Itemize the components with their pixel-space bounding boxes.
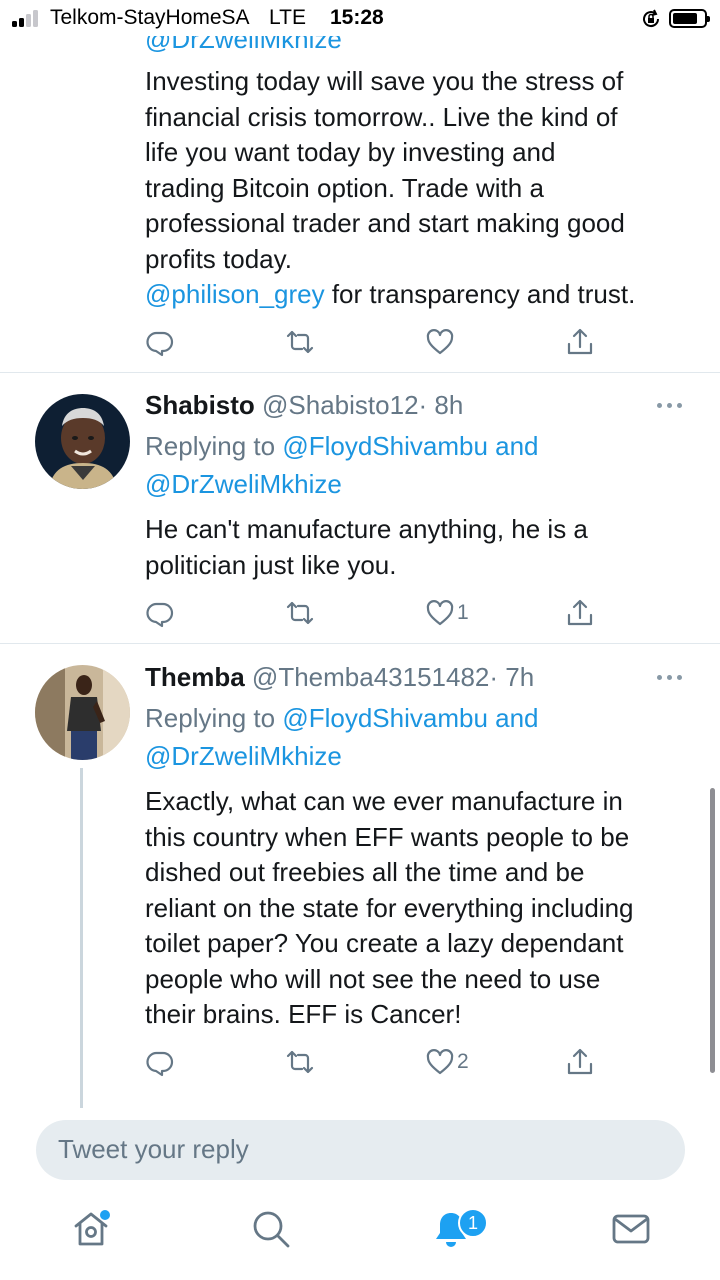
heart-icon (426, 329, 454, 355)
status-bar: Telkom-StayHomeSA LTE 15:28 (0, 0, 720, 36)
like-button[interactable]: 1 (425, 596, 469, 630)
scrollbar[interactable] (710, 788, 715, 1073)
reply-button[interactable] (145, 596, 175, 630)
retweet-icon (286, 1050, 314, 1074)
tweet-actions: 2 (145, 1045, 605, 1079)
reply-button[interactable] (145, 1045, 175, 1079)
rotation-lock-icon (643, 9, 660, 28)
retweet-icon (286, 601, 314, 625)
search-icon (253, 1211, 290, 1248)
clock: 15:28 (330, 6, 384, 29)
tab-search[interactable] (250, 1208, 292, 1250)
mention-link[interactable]: @DrZweliMkhize (145, 741, 342, 771)
share-icon (567, 328, 593, 355)
retweet-button[interactable] (285, 325, 315, 359)
mail-icon (612, 1214, 650, 1244)
tab-messages[interactable] (610, 1208, 652, 1250)
unread-dot (100, 1210, 110, 1220)
reply-icon (146, 1051, 174, 1077)
tweet-feed[interactable]: @DrZweliMkhize Investing today will save… (0, 0, 720, 1108)
tweet-actions (145, 325, 605, 359)
tweet-header: Themba @Themba43151482· 7h (145, 661, 534, 693)
battery-icon (669, 9, 710, 28)
mention-link[interactable]: @DrZweliMkhize (145, 469, 342, 499)
avatar-image (35, 665, 130, 760)
like-count: 1 (457, 601, 469, 624)
avatar-image (35, 394, 130, 489)
like-count: 2 (457, 1050, 469, 1073)
display-name[interactable]: Themba (145, 662, 245, 692)
divider (0, 372, 720, 373)
tab-bar (0, 1190, 720, 1280)
reply-button[interactable] (145, 325, 175, 359)
tweet-time: · 7h (489, 662, 535, 692)
signal-icon (12, 9, 42, 27)
like-button[interactable] (425, 325, 455, 359)
tweet-time: · 8h (418, 390, 464, 420)
retweet-button[interactable] (285, 1045, 315, 1079)
thread-connector (80, 768, 83, 1108)
tweet-text: He can't manufacture anything, he is a p… (145, 514, 588, 580)
replying-to: @DrZweliMkhize (145, 737, 342, 776)
retweet-button[interactable] (285, 596, 315, 630)
reply-icon (146, 602, 174, 628)
tweet-header: Shabisto @Shabisto12· 8h (145, 389, 463, 421)
heart-icon (426, 1049, 454, 1075)
replying-to: @DrZweliMkhize (145, 465, 342, 504)
tweet-text: Exactly, what can we ever manufacture in… (145, 786, 634, 1029)
share-button[interactable] (565, 596, 595, 630)
mention-link[interactable]: @FloydShivambu and (282, 703, 538, 733)
replying-to: Replying to @FloydShivambu and (145, 431, 539, 461)
reply-input[interactable]: Tweet your reply (36, 1120, 685, 1180)
avatar[interactable] (35, 665, 130, 760)
user-handle[interactable]: @Themba43151482 (252, 662, 489, 692)
display-name[interactable]: Shabisto (145, 390, 255, 420)
more-options-button[interactable] (655, 673, 685, 683)
divider (0, 643, 720, 644)
network-type: LTE (269, 6, 306, 29)
carrier-name: Telkom-StayHomeSA (50, 6, 250, 29)
share-icon (567, 1048, 593, 1075)
tweet-actions: 1 (145, 596, 605, 630)
share-button[interactable] (565, 1045, 595, 1079)
retweet-icon (286, 330, 314, 354)
mention-link[interactable]: @philison_grey (145, 279, 325, 309)
notification-badge: 1 (458, 1208, 488, 1238)
more-options-button[interactable] (655, 401, 685, 411)
mention-link[interactable]: @FloydShivambu and (282, 431, 538, 461)
replying-to: Replying to @FloydShivambu and (145, 703, 539, 733)
share-icon (567, 599, 593, 626)
like-button[interactable]: 2 (425, 1045, 469, 1079)
reply-placeholder: Tweet your reply (58, 1134, 249, 1164)
avatar[interactable] (35, 394, 130, 489)
share-button[interactable] (565, 325, 595, 359)
user-handle[interactable]: @Shabisto12 (262, 390, 419, 420)
tweet-text: Investing today will save you the stress… (145, 66, 636, 309)
heart-icon (426, 600, 454, 626)
reply-icon (146, 331, 174, 357)
